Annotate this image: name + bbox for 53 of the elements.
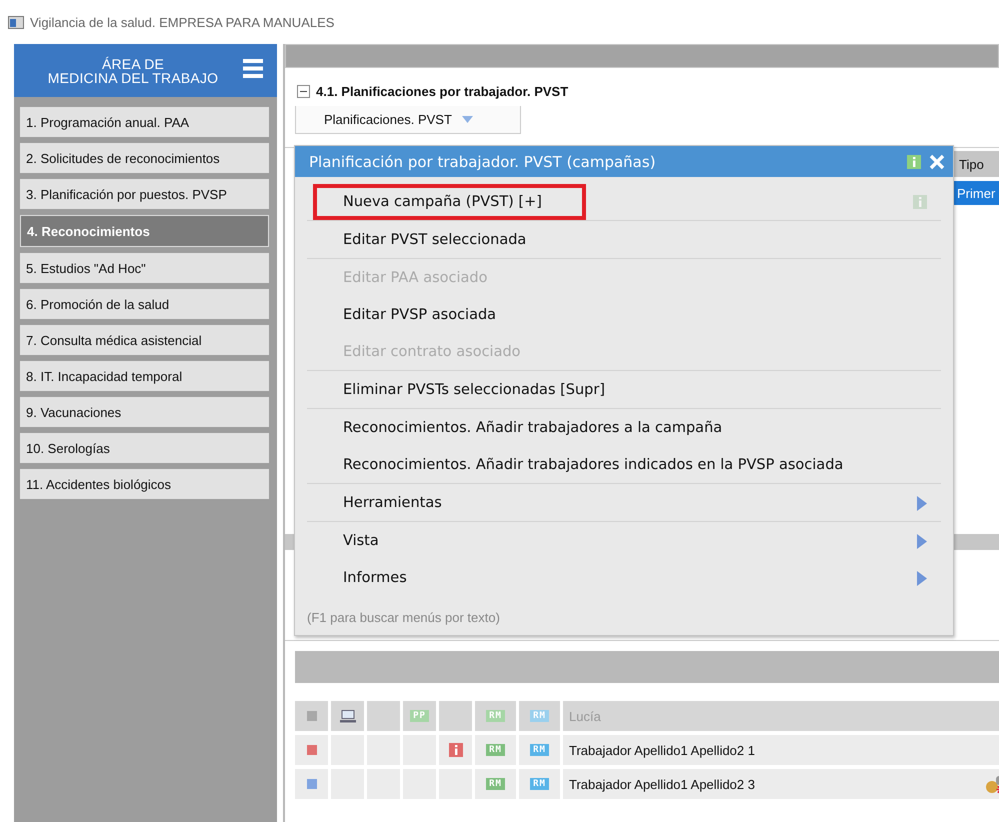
- pp-badge: PP: [410, 710, 429, 722]
- sidebar-item[interactable]: 10. Serologías: [20, 433, 269, 463]
- menu-item[interactable]: Reconocimientos. Añadir trabajadores indicados en la PVSP asociada: [307, 446, 941, 484]
- sidebar-item[interactable]: 3. Planificación por puestos. PVSP: [20, 179, 269, 209]
- rm-badge: RM: [530, 710, 549, 722]
- column-header: Tipo: [953, 151, 999, 177]
- info-icon: [913, 195, 927, 209]
- sidebar-heading: ÁREA DE MEDICINA DEL TRABAJO: [46, 56, 220, 84]
- window-title: Vigilancia de la salud. EMPRESA PARA MANUALES: [30, 14, 334, 30]
- worker-name: Trabajador Apellido1 Apellido2 1: [569, 742, 755, 758]
- sidebar-item[interactable]: 5. Estudios "Ad Hoc": [20, 253, 269, 283]
- window-icon: [8, 16, 24, 28]
- worker-name: Lucía: [569, 708, 601, 724]
- submenu-arrow-icon: [917, 571, 927, 586]
- monitor-icon: [340, 710, 356, 722]
- sidebar-item[interactable]: 4. Reconocimientos: [20, 215, 269, 247]
- table-cell: Primer: [953, 181, 999, 205]
- menu-item[interactable]: Informes: [307, 559, 941, 596]
- dropdown-button[interactable]: Planificaciones. PVST: [295, 106, 521, 134]
- rm-badge: RM: [486, 778, 505, 790]
- menu-item[interactable]: Editar PVSP asociada: [307, 296, 941, 333]
- table-row[interactable]: RM RM Trabajador Apellido1 Apellido2 3: [295, 769, 999, 799]
- worker-name: Trabajador Apellido1 Apellido2 3: [569, 776, 755, 792]
- menu-hint: (F1 para buscar menús por texto): [306, 609, 501, 627]
- menu-item[interactable]: Eliminar PVSTs seleccionadas [Supr]: [307, 371, 941, 409]
- table-cell: [367, 701, 400, 731]
- table-row[interactable]: RM RM Trabajador Apellido1 Apellido2 1: [295, 735, 999, 765]
- sidebar-item[interactable]: 11. Accidentes biológicos: [20, 469, 269, 499]
- menu-item[interactable]: Vista: [307, 522, 941, 559]
- table-cell: [439, 701, 472, 731]
- sidebar-item[interactable]: 6. Promoción de la salud: [20, 289, 269, 319]
- submenu-arrow-icon: [917, 496, 927, 511]
- info-icon: [907, 154, 921, 168]
- submenu-arrow-icon: [917, 534, 927, 549]
- highlighted-menu-item[interactable]: Nueva campaña (PVST) [+]: [307, 183, 941, 221]
- sidebar-item[interactable]: 7. Consulta médica asistencial: [20, 325, 269, 355]
- menu-icon[interactable]: [243, 59, 263, 78]
- caret-icon: [462, 116, 473, 123]
- rm-badge: RM: [486, 710, 505, 722]
- rm-badge: RM: [530, 744, 549, 756]
- close-icon[interactable]: [929, 154, 945, 170]
- section-title: 4.1. Planificaciones por trabajador. PVST: [316, 84, 568, 98]
- sidebar-item[interactable]: 9. Vacunaciones: [20, 397, 269, 427]
- menu-item[interactable]: Editar PVST seleccionada: [307, 221, 941, 259]
- rm-badge: RM: [486, 744, 505, 756]
- collapse-icon[interactable]: [297, 84, 310, 98]
- info-icon: [448, 743, 462, 757]
- sidebar-item[interactable]: 8. IT. Incapacidad temporal: [20, 361, 269, 391]
- menu-title: Planificación por trabajador. PVST (campañas): [309, 152, 657, 170]
- sidebar-item[interactable]: 1. Programación anual. PAA: [20, 107, 269, 137]
- menu-item[interactable]: Reconocimientos. Añadir trabajadores a la campaña: [307, 409, 941, 446]
- sidebar-item[interactable]: 2. Solicitudes de reconocimientos: [20, 143, 269, 173]
- rm-badge: RM: [530, 778, 549, 790]
